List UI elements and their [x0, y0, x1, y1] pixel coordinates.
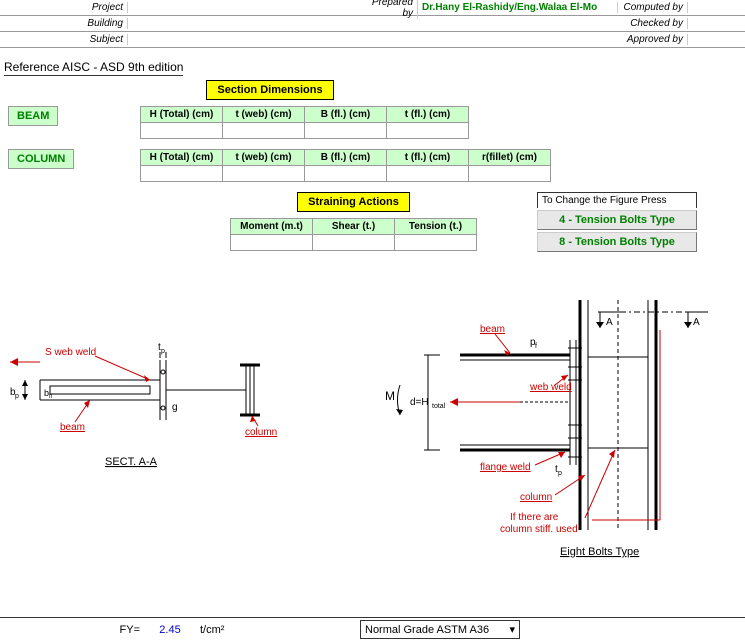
col-rfillet-header: r(fillet) (cm) — [469, 150, 551, 166]
chevron-down-icon: ▾ — [509, 623, 515, 636]
col-rfillet-input[interactable] — [469, 166, 551, 182]
approved-by-label: Approved by — [618, 34, 688, 45]
g-text: g — [172, 402, 178, 413]
col-h-header: H (Total) (cm) — [141, 150, 223, 166]
col-h-input[interactable] — [141, 166, 223, 182]
svg-text:f: f — [535, 343, 537, 350]
diagram-area: S web weld t p b p b fl g beam column SE… — [0, 300, 745, 580]
flange-weld-text: flange weld — [480, 462, 531, 473]
web-weld-text: web weld — [529, 382, 572, 393]
fy-label: FY= — [100, 624, 140, 636]
d-htotal-text: d=H — [410, 397, 429, 408]
fy-value[interactable]: 2.45 — [140, 624, 200, 636]
A-right-text: A — [693, 317, 700, 328]
beam-tfl-header: t (fl.) (cm) — [387, 107, 469, 123]
column-table: H (Total) (cm) t (web) (cm) B (fl.) (cm)… — [140, 149, 551, 182]
col-tfl-input[interactable] — [387, 166, 469, 182]
svg-text:p: p — [558, 470, 562, 477]
beam-diagram-label: beam — [60, 422, 85, 433]
straining-actions-title: Straining Actions — [297, 192, 410, 212]
straining-table: Moment (m.t) Shear (t.) Tension (t.) — [230, 218, 477, 251]
svg-text:fl: fl — [49, 394, 52, 400]
reference-text: Reference AISC - ASD 9th edition — [4, 60, 183, 76]
beam-bfl-input[interactable] — [305, 123, 387, 139]
col-bfl-input[interactable] — [305, 166, 387, 182]
tension-bolts-8-button[interactable]: 8 - Tension Bolts Type — [537, 232, 697, 252]
project-label: Project — [0, 2, 128, 13]
grade-dropdown[interactable]: Normal Grade ASTM A36 ▾ — [360, 620, 520, 639]
diagram-svg: S web weld t p b p b fl g beam column SE… — [0, 300, 745, 580]
eight-bolts-label: Eight Bolts Type — [560, 546, 639, 558]
moment-input[interactable] — [231, 235, 313, 251]
computed-by-label: Computed by — [618, 2, 688, 13]
beam-tweb-input[interactable] — [223, 123, 305, 139]
checked-by-label: Checked by — [618, 18, 688, 29]
sect-aa-label: SECT. A-A — [105, 456, 158, 468]
col-tfl-header: t (fl.) (cm) — [387, 150, 469, 166]
beam-h-header: H (Total) (cm) — [141, 107, 223, 123]
s-web-weld-text: S web weld — [45, 347, 96, 358]
svg-text:p: p — [15, 393, 19, 400]
beam-tfl-input[interactable] — [387, 123, 469, 139]
subject-label: Subject — [0, 34, 128, 45]
col-bfl-header: B (fl.) (cm) — [305, 150, 387, 166]
svg-text:total: total — [432, 403, 446, 410]
column-label-right: column — [520, 492, 552, 503]
moment-header: Moment (m.t) — [231, 219, 313, 235]
stiff-note-1: If there are — [510, 512, 559, 523]
col-tweb-header: t (web) (cm) — [223, 150, 305, 166]
beam-label-right: beam — [480, 324, 505, 335]
section-dimensions-title: Section Dimensions — [206, 80, 333, 100]
fy-unit: t/cm² — [200, 624, 260, 636]
col-tweb-input[interactable] — [223, 166, 305, 182]
moment-M-text: M — [385, 389, 395, 403]
prepared-by-label: Prepared by — [358, 0, 418, 19]
tension-bolts-4-button[interactable]: 4 - Tension Bolts Type — [537, 210, 697, 230]
beam-table: H (Total) (cm) t (web) (cm) B (fl.) (cm)… — [140, 106, 469, 139]
shear-header: Shear (t.) — [313, 219, 395, 235]
beam-label: BEAM — [8, 106, 58, 126]
tension-header: Tension (t.) — [395, 219, 477, 235]
beam-tweb-header: t (web) (cm) — [223, 107, 305, 123]
footer-row: FY= 2.45 t/cm² Normal Grade ASTM A36 ▾ — [0, 617, 745, 641]
stiff-note-2: column stiff. used — [500, 524, 578, 535]
shear-input[interactable] — [313, 235, 395, 251]
beam-h-input[interactable] — [141, 123, 223, 139]
column-label: COLUMN — [8, 149, 74, 169]
beam-bfl-header: B (fl.) (cm) — [305, 107, 387, 123]
tension-input[interactable] — [395, 235, 477, 251]
prepared-by-value: Dr.Hany El-Rashidy/Eng.Walaa El-Mo — [418, 2, 618, 13]
building-label: Building — [0, 18, 128, 29]
change-figure-title: To Change the Figure Press — [537, 192, 697, 208]
svg-text:p: p — [161, 348, 165, 355]
column-diagram-label: column — [245, 427, 277, 438]
A-top-text: A — [606, 317, 613, 328]
